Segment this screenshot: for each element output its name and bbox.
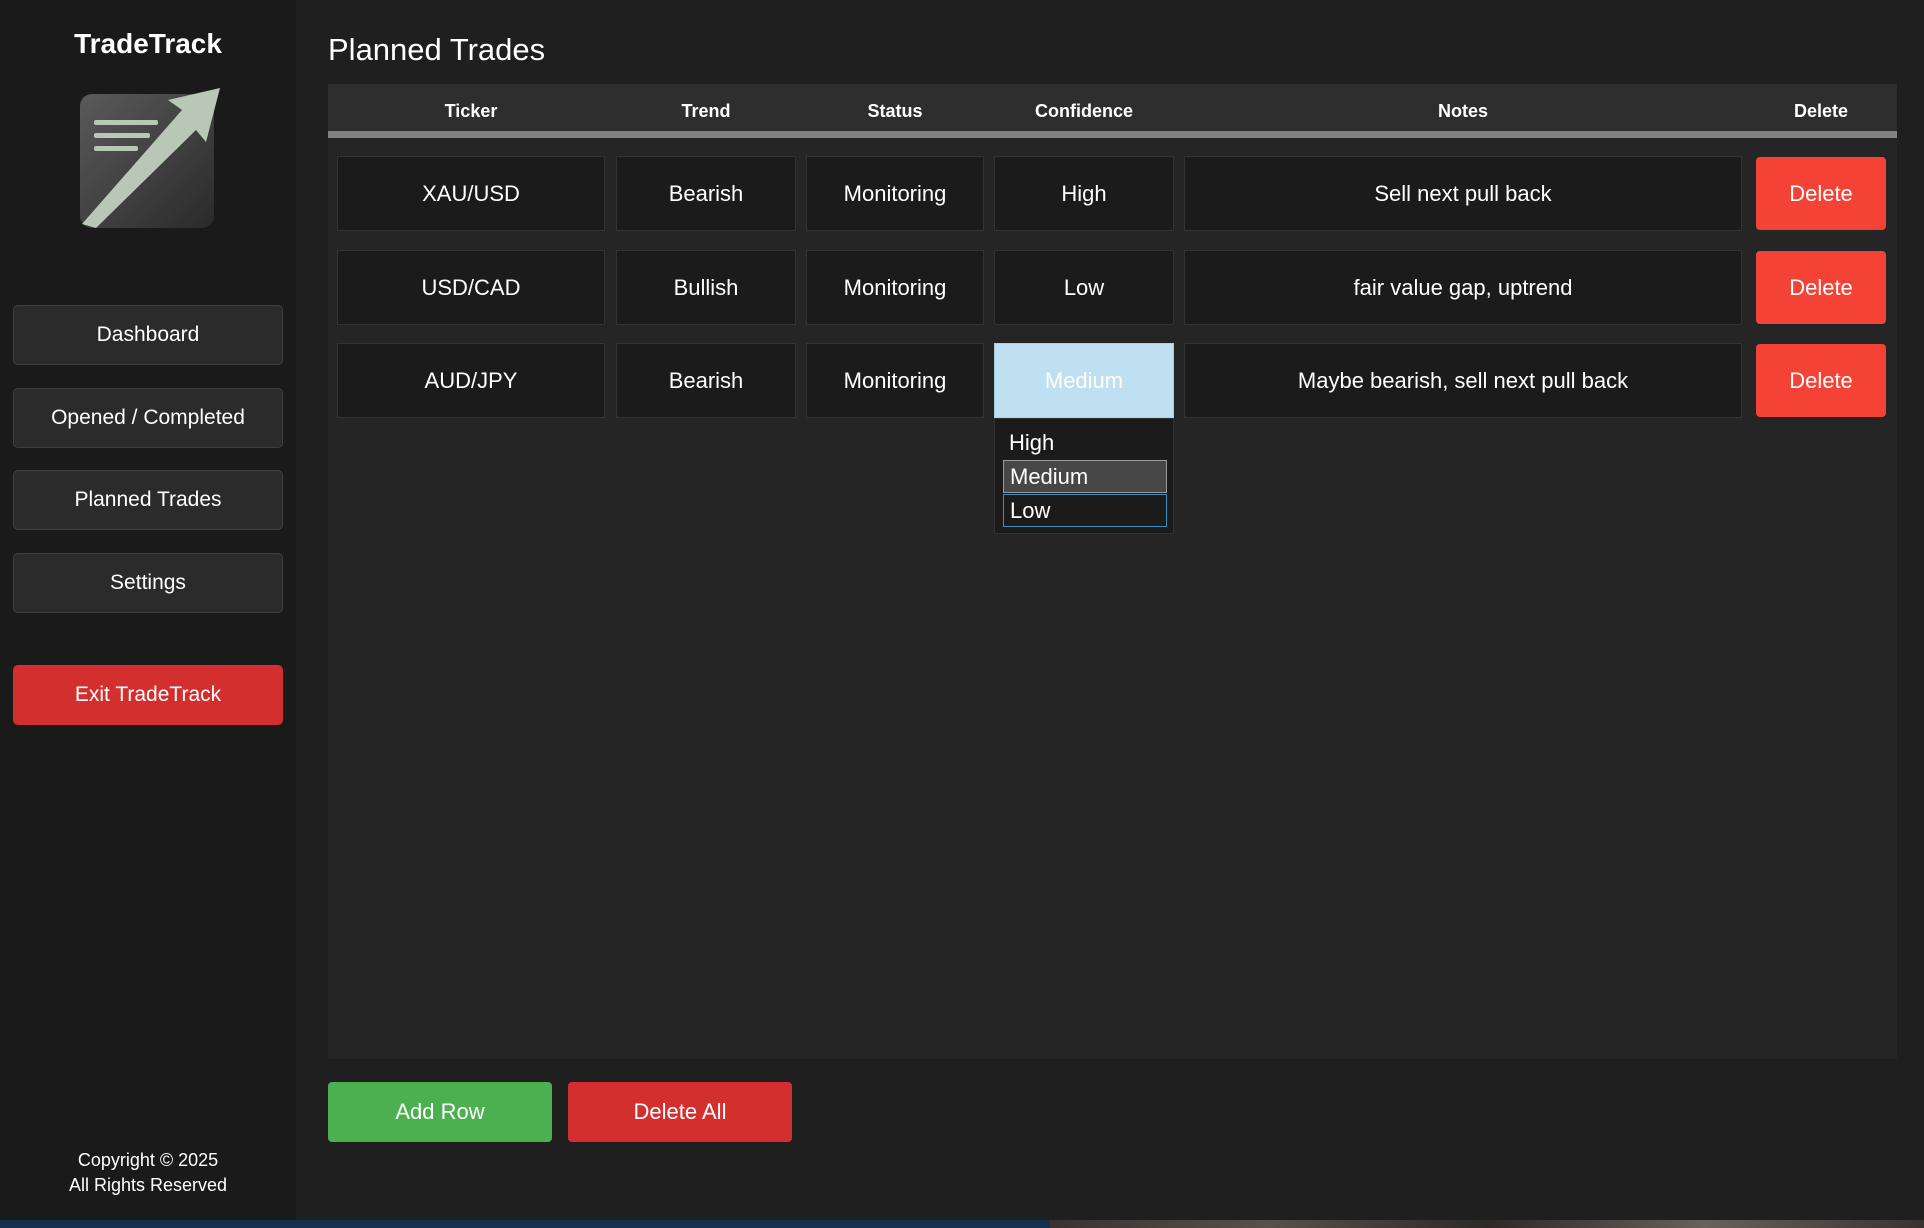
status-select[interactable]: Monitoring [806,343,984,418]
delete-row-button[interactable]: Delete [1756,251,1886,324]
confidence-select-open[interactable]: Medium [994,343,1174,418]
planned-trades-table: Ticker Trend Status Confidence Notes Del… [328,84,1897,1059]
status-select[interactable]: Monitoring [806,250,984,325]
nav-opened-completed-button[interactable]: Opened / Completed [13,388,283,448]
trend-select[interactable]: Bearish [616,156,796,231]
ticker-cell[interactable]: USD/CAD [337,250,605,325]
trend-select[interactable]: Bearish [616,343,796,418]
nav-settings-button[interactable]: Settings [13,553,283,613]
ticker-cell[interactable]: AUD/JPY [337,343,605,418]
copyright-notice: Copyright © 2025 All Rights Reserved [0,1148,296,1198]
column-header-trend: Trend [681,101,731,121]
table-row: USD/CAD Bullish Monitoring Low fair valu… [328,250,1897,325]
column-header-ticker: Ticker [444,101,498,121]
notes-cell[interactable]: fair value gap, uptrend [1184,250,1742,325]
page-title: Planned Trades [328,32,546,67]
table-header: Ticker Trend Status Confidence Notes Del… [328,84,1897,138]
ticker-cell[interactable]: XAU/USD [337,156,605,231]
app-window: TradeTrack Dashboard Opened / Completed … [0,0,1924,1228]
exit-app-button[interactable]: Exit TradeTrack [13,665,283,725]
dropdown-option-low[interactable]: Low [1003,494,1167,527]
add-row-button[interactable]: Add Row [328,1082,552,1142]
delete-row-button[interactable]: Delete [1756,344,1886,417]
confidence-select[interactable]: Low [994,250,1174,325]
column-header-notes: Notes [1437,101,1488,121]
confidence-select[interactable]: High [994,156,1174,231]
app-name: TradeTrack [74,28,222,59]
table-row: XAU/USD Bearish Monitoring High Sell nex… [328,156,1897,231]
column-header-delete: Delete [1793,101,1849,121]
column-header-confidence: Confidence [1034,101,1133,121]
table-row: AUD/JPY Bearish Monitoring Medium Maybe … [328,343,1897,418]
delete-row-button[interactable]: Delete [1756,157,1886,230]
delete-all-button[interactable]: Delete All [568,1082,792,1142]
trend-select[interactable]: Bullish [616,250,796,325]
nav-planned-trades-button[interactable]: Planned Trades [13,470,283,530]
nav-dashboard-button[interactable]: Dashboard [13,305,283,365]
copyright-line: Copyright © 2025 [77,1150,219,1170]
dropdown-option-medium[interactable]: Medium [1003,460,1167,493]
notes-cell[interactable]: Maybe bearish, sell next pull back [1184,343,1742,418]
notes-cell[interactable]: Sell next pull back [1184,156,1742,231]
column-header-status: Status [867,101,923,121]
background-photo-edge [1050,1220,1924,1228]
confidence-dropdown-list: High Medium Low [994,418,1174,534]
trend-up-document-icon [80,88,220,228]
status-select[interactable]: Monitoring [806,156,984,231]
sidebar: TradeTrack Dashboard Opened / Completed … [0,0,296,1220]
dropdown-option-high[interactable]: High [1003,427,1167,460]
rights-line: All Rights Reserved [68,1175,228,1195]
